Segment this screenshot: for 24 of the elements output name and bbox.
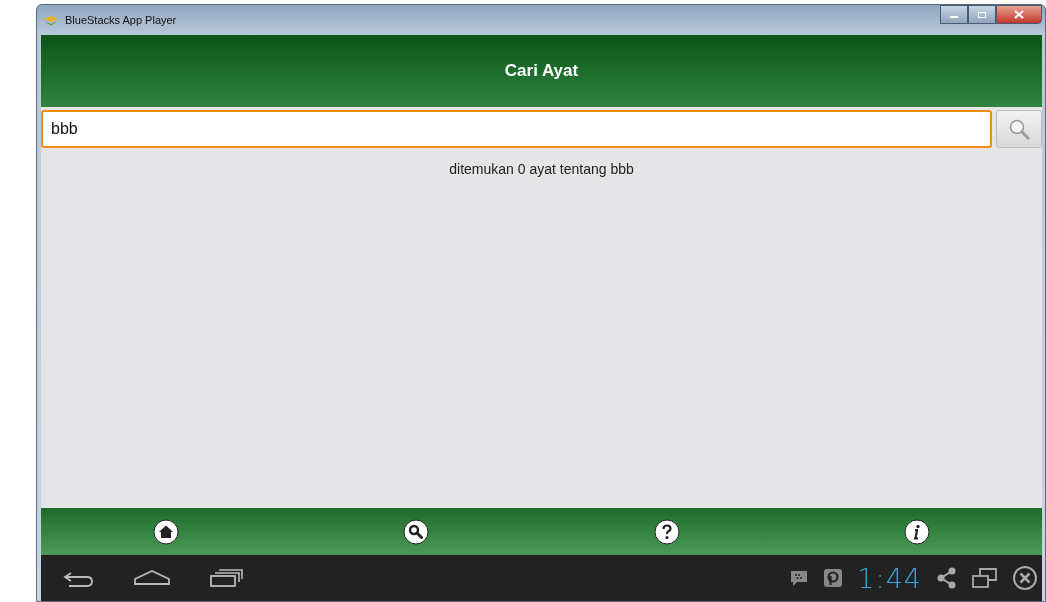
result-text: ditemukan 0 ayat tentang bbb bbox=[449, 161, 634, 177]
clock: 1:44 bbox=[857, 562, 922, 594]
maximize-icon bbox=[977, 10, 987, 19]
windows-icon[interactable] bbox=[972, 567, 998, 589]
search-button[interactable] bbox=[996, 110, 1042, 148]
recent-apps-icon[interactable] bbox=[209, 568, 243, 588]
window-title: BlueStacks App Player bbox=[65, 14, 177, 26]
layers-logo-icon bbox=[43, 14, 59, 26]
info-icon[interactable] bbox=[903, 518, 930, 545]
search-field[interactable]: bbb bbox=[41, 110, 992, 148]
help-icon[interactable] bbox=[653, 518, 680, 545]
home-icon[interactable] bbox=[153, 518, 180, 545]
minimize-button[interactable] bbox=[940, 5, 968, 24]
screen-title: Cari Ayat bbox=[504, 61, 579, 81]
close-icon bbox=[1014, 10, 1024, 19]
search-icon bbox=[1008, 118, 1030, 140]
close-button[interactable] bbox=[996, 5, 1042, 24]
close-circle-icon[interactable] bbox=[1012, 565, 1038, 591]
pin-app-icon bbox=[823, 568, 844, 588]
chat-icon bbox=[789, 568, 810, 588]
home-icon[interactable] bbox=[133, 568, 171, 588]
share-icon[interactable] bbox=[936, 567, 958, 589]
search-icon[interactable] bbox=[403, 518, 430, 545]
maximize-button[interactable] bbox=[968, 5, 996, 24]
